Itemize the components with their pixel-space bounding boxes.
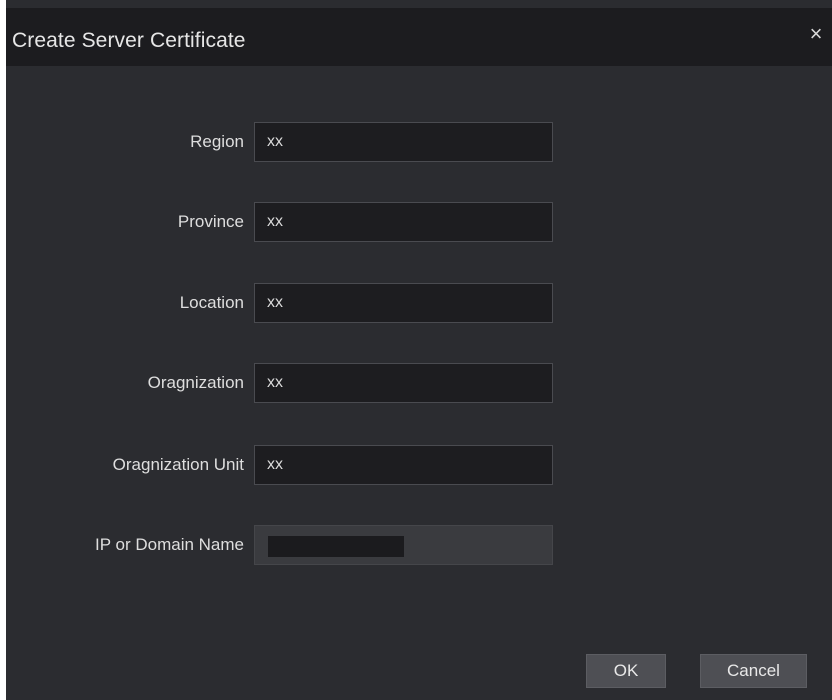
region-label: Region xyxy=(190,132,244,151)
cancel-button[interactable]: Cancel xyxy=(700,654,807,688)
ok-button[interactable]: OK xyxy=(586,654,666,688)
form-row-province: Province xx xyxy=(6,202,832,242)
organization-input[interactable]: xx xyxy=(254,363,553,403)
organization-label: Oragnization xyxy=(147,373,244,392)
redacted-value xyxy=(268,536,404,557)
form-row-organization: Oragnization xx xyxy=(6,363,832,403)
ip-domain-label: IP or Domain Name xyxy=(95,535,244,554)
location-input[interactable]: xx xyxy=(254,283,553,323)
region-input[interactable]: xx xyxy=(254,122,553,162)
form-row-ip-domain: IP or Domain Name xyxy=(6,525,832,565)
form-row-organization-unit: Oragnization Unit xx xyxy=(6,445,832,485)
ip-domain-input[interactable] xyxy=(254,525,553,565)
form-row-location: Location xx xyxy=(6,283,832,323)
create-server-certificate-dialog: Create Server Certificate × Region xx Pr… xyxy=(6,0,832,700)
province-label: Province xyxy=(177,212,244,231)
dialog-title: Create Server Certificate xyxy=(12,29,246,52)
location-label: Location xyxy=(179,293,244,312)
province-input[interactable]: xx xyxy=(254,202,553,242)
form-row-region: Region xx xyxy=(6,122,832,162)
organization-unit-input[interactable]: xx xyxy=(254,445,553,485)
organization-unit-label: Oragnization Unit xyxy=(112,455,244,474)
close-icon[interactable]: × xyxy=(804,22,828,46)
dialog-titlebar: Create Server Certificate × xyxy=(6,8,832,66)
